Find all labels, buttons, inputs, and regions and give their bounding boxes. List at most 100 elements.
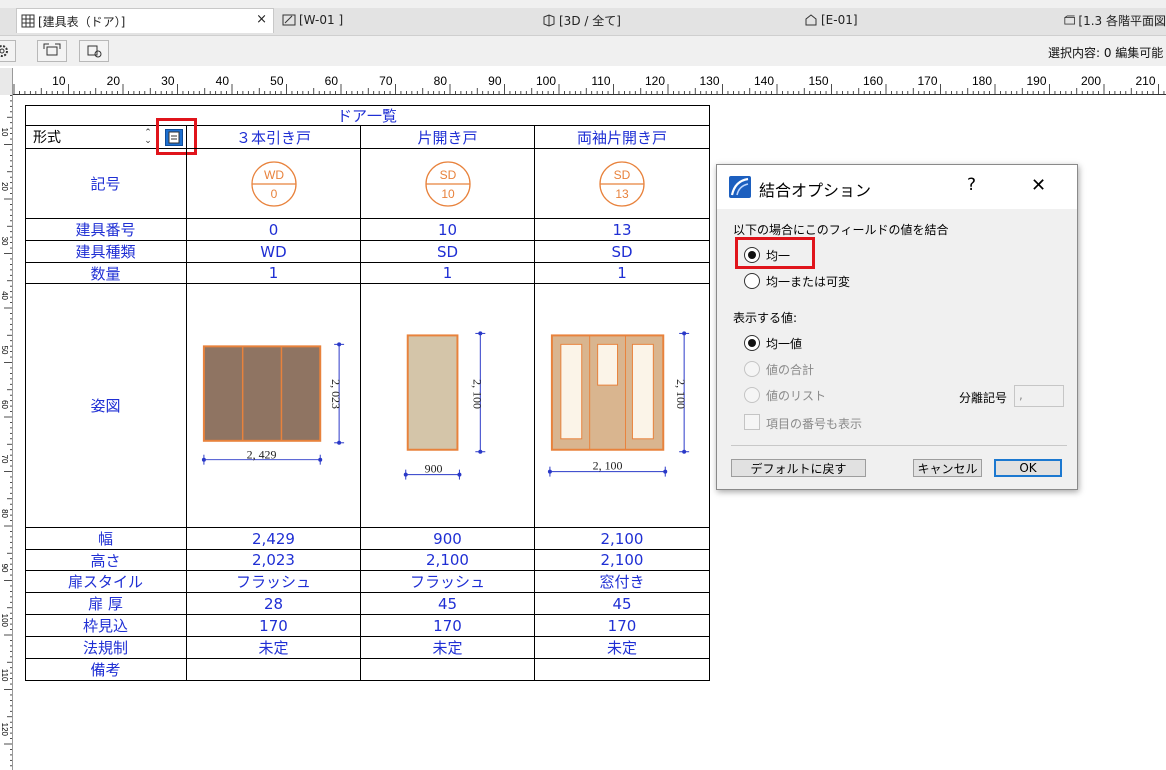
sliding-door-drawing: 2, 023 2, 429 [201, 341, 345, 465]
cell-type: WD [187, 241, 361, 263]
floor-plan-icon [1064, 15, 1075, 25]
row-label: 枠見込 [25, 615, 187, 637]
cell-type: SD [361, 241, 535, 263]
tab-e01[interactable]: [E-01] [800, 8, 1050, 32]
format-label: 形式 [33, 130, 61, 146]
merge-group-label: 以下の場合にこのフィールドの値を結合 [733, 223, 949, 237]
help-icon[interactable]: ? [967, 175, 976, 195]
tab-3d[interactable]: [3D / 全て] [538, 8, 788, 32]
tab-schedule-doors[interactable]: [建具表（ドア）] × [16, 8, 274, 33]
tab-w01[interactable]: [W-01 ] [278, 8, 528, 32]
separator-input[interactable]: , [1014, 385, 1064, 407]
dialog-titlebar[interactable]: 結合オプション ? ✕ [717, 165, 1077, 209]
width-dimension: 900 [425, 461, 443, 475]
ruler-label: 10 [0, 128, 9, 137]
door-figure-sidelight: 2, 100 2, 100 [535, 284, 710, 528]
fit-window-button[interactable] [37, 40, 67, 62]
single-door-drawing: 2, 100 900 [403, 330, 486, 480]
settings-button[interactable] [0, 40, 16, 62]
tag-number: 10 [441, 187, 455, 201]
cell-qty: 1 [187, 263, 361, 284]
elevation-icon [805, 14, 817, 26]
schedule-title: ドア一覧 [25, 105, 710, 126]
tab-label: [E-01] [821, 13, 858, 27]
tab-label: [W-01 ] [299, 13, 344, 27]
ruler-label: 50 [0, 346, 9, 355]
ruler-label: 180 [972, 74, 992, 88]
door-schedule[interactable]: ドア一覧 形式 ⌃ ⌄ ３本引き戸 片開き戸 両袖片開き戸 記号 WD 0 SD 10… [25, 105, 710, 681]
ruler-label: 150 [808, 74, 828, 88]
vertical-ruler: 10 20 30 40 50 60 70 80 90 100 110 120 [0, 95, 13, 770]
width-dimension: 2, 100 [593, 458, 623, 472]
radio-sum-label: 値の合計 [766, 363, 815, 377]
close-icon[interactable]: ✕ [1031, 175, 1046, 196]
ruler-label: 80 [0, 509, 9, 518]
show-item-numbers-checkbox[interactable] [744, 414, 760, 430]
row-label: 高さ [25, 550, 187, 571]
format-options-button[interactable] [79, 40, 109, 62]
cell-height: 2,100 [361, 550, 535, 571]
ruler-label: 210 [1135, 74, 1155, 88]
tag-code: SD [614, 168, 631, 182]
ruler-label: 60 [325, 74, 339, 88]
radio-sum[interactable] [744, 361, 760, 377]
row-label: 建具番号 [25, 219, 187, 241]
ruler-label: 90 [0, 564, 9, 573]
ruler-ticks: 10 20 30 40 50 60 70 80 90 100 110 120 130 140 150 160 1… [13, 74, 1165, 94]
cell-type: SD [535, 241, 710, 263]
tab-label: [1.3 各階平面図 [1078, 13, 1166, 28]
door-tag-icon: SD 10 [424, 160, 471, 207]
door-figure-sliding: 2, 023 2, 429 [187, 284, 361, 528]
radio-list[interactable] [744, 387, 760, 403]
radio-uniform[interactable] [744, 247, 760, 263]
ruler-label: 200 [1081, 74, 1101, 88]
cell-style: 窓付き [535, 571, 710, 593]
door-symbol: SD 13 [535, 149, 710, 219]
row-label: 幅 [25, 528, 187, 550]
cell-width: 900 [361, 528, 535, 550]
ruler-label: 20 [107, 74, 121, 88]
ruler-label: 60 [0, 400, 9, 409]
ok-button[interactable]: OK [994, 459, 1062, 477]
cell-law: 未定 [187, 637, 361, 659]
radio-uniform-value-label: 均一値 [766, 337, 803, 351]
row-label: 記号 [25, 149, 187, 219]
ruler-label: 20 [0, 182, 9, 191]
separator-label: 分離記号 [959, 391, 1008, 405]
cell-note [535, 659, 710, 681]
cell-height: 2,100 [535, 550, 710, 571]
ruler-label: 40 [0, 291, 9, 300]
tag-number: 0 [270, 187, 277, 201]
restore-defaults-button[interactable]: デフォルトに戻す [731, 459, 866, 477]
radio-uniform-or-variable[interactable] [744, 273, 760, 289]
row-label: 扉 厚 [25, 593, 187, 615]
dialog-divider [731, 445, 1067, 446]
dialog-title: 結合オプション [759, 181, 872, 200]
ruler-label: 170 [917, 74, 937, 88]
merge-options-button[interactable] [165, 129, 183, 146]
ruler-label: 40 [216, 74, 230, 88]
row-label: 備考 [25, 659, 187, 681]
door-symbol: SD 10 [361, 149, 535, 219]
3d-view-icon [543, 14, 555, 27]
ruler-label: 100 [536, 74, 556, 88]
cell-width: 2,100 [535, 528, 710, 550]
ruler-label: 80 [434, 74, 448, 88]
tag-number: 13 [615, 187, 629, 201]
close-icon[interactable]: × [256, 12, 267, 27]
tab-floor-plan[interactable]: [1.3 各階平面図 [1060, 8, 1166, 32]
ruler-label: 70 [379, 74, 393, 88]
ruler-corner [0, 68, 13, 95]
cell-height: 2,023 [187, 550, 361, 571]
tab-bar: [建具表（ドア）] × [W-01 ] [3D / 全て] [E-01] [1.… [0, 0, 1166, 36]
radio-uniform-value[interactable] [744, 335, 760, 351]
sort-arrows-icon[interactable]: ⌃ ⌄ [142, 129, 154, 147]
height-dimension: 2, 023 [329, 379, 343, 409]
tag-code: SD [439, 168, 456, 182]
row-label: 法規制 [25, 637, 187, 659]
gear-icon [0, 45, 8, 57]
header-format-label: 形式 [25, 126, 187, 149]
ruler-label: 190 [1026, 74, 1046, 88]
cell-frame: 170 [535, 615, 710, 637]
cancel-button[interactable]: キャンセル [913, 459, 982, 477]
